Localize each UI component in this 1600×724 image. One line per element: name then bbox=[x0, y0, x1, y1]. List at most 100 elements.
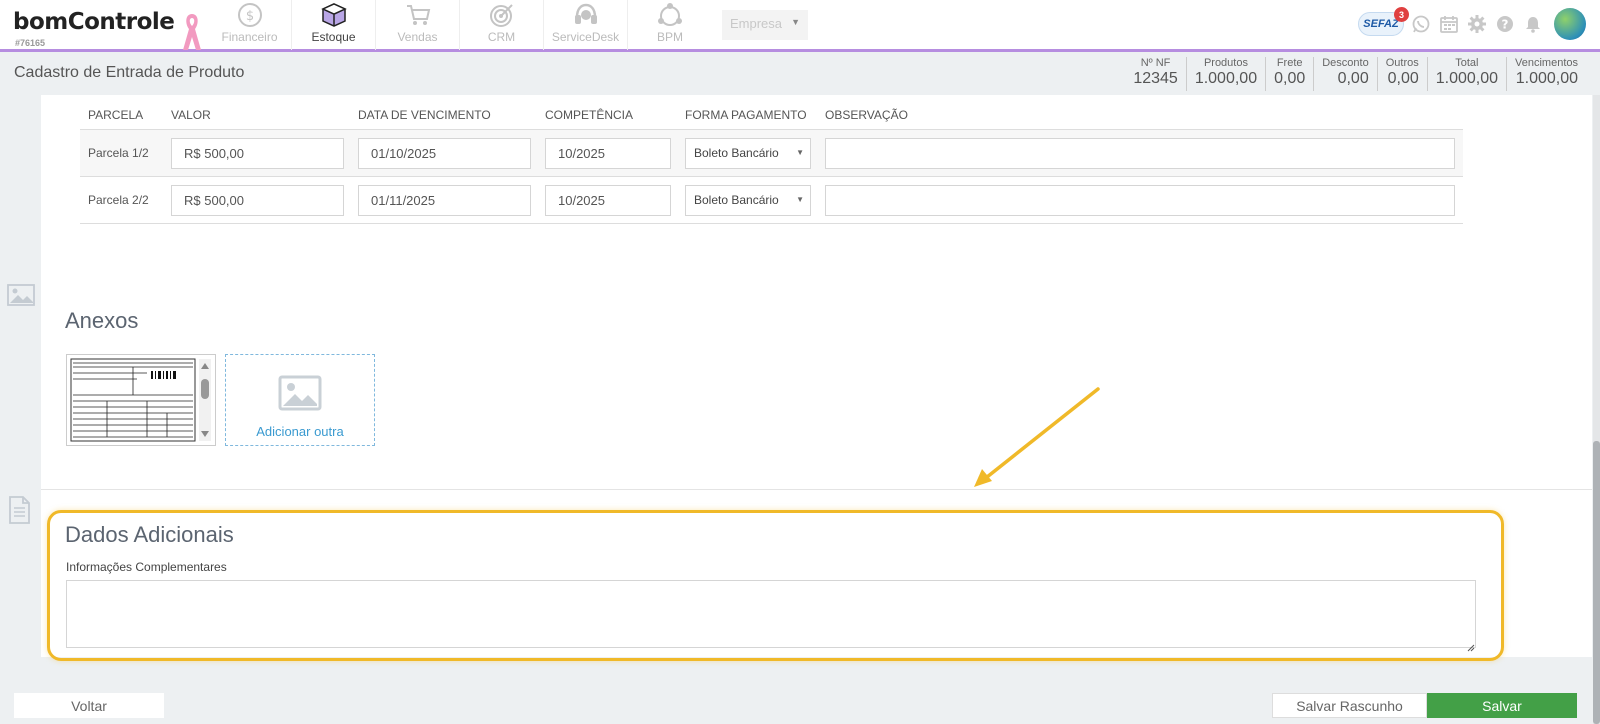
valor-input[interactable]: R$ 500,00 bbox=[171, 137, 344, 169]
col-competencia: COMPETÊNCIA bbox=[545, 107, 634, 122]
data-vencimento-input[interactable]: 01/10/2025 bbox=[358, 137, 531, 169]
module-label: Vendas bbox=[397, 30, 438, 44]
total-label: Produtos bbox=[1203, 57, 1248, 69]
save-button[interactable]: Salvar bbox=[1427, 693, 1577, 718]
add-attachment-label: Adicionar outra bbox=[256, 424, 344, 439]
competencia-input[interactable]: 10/2025 bbox=[545, 137, 671, 169]
total-produtos: Produtos 1.000,00 bbox=[1185, 57, 1265, 91]
valor-input[interactable]: R$ 500,00 bbox=[171, 184, 344, 216]
total-label: Outros bbox=[1385, 57, 1419, 69]
svg-text:$: $ bbox=[245, 9, 253, 24]
total-desconto: Desconto 0,00 bbox=[1313, 57, 1376, 91]
col-parcela: PARCELA bbox=[88, 107, 144, 122]
whatsapp-icon[interactable] bbox=[1410, 13, 1432, 35]
sefaz-button[interactable]: SEFAZ 3 bbox=[1358, 7, 1409, 36]
annotation-arrow bbox=[970, 385, 1105, 493]
user-avatar[interactable] bbox=[1554, 8, 1586, 40]
table-row: Parcela 2/2 R$ 500,00 01/11/2025 10/2025… bbox=[80, 177, 1463, 224]
section-divider bbox=[41, 489, 1592, 490]
total-value: 1.000,00 bbox=[1515, 70, 1578, 87]
box-icon bbox=[319, 0, 349, 29]
header-actions: SEFAZ 3 ? bbox=[1358, 7, 1586, 40]
forma-pagamento-value: Boleto Bancário bbox=[694, 192, 779, 207]
module-crm[interactable]: CRM bbox=[460, 0, 544, 50]
process-cycle-icon bbox=[655, 0, 685, 29]
total-value: 0,00 bbox=[1387, 70, 1419, 87]
scrollbar-thumb[interactable] bbox=[1593, 441, 1600, 724]
forma-pagamento-value: Boleto Bancário bbox=[694, 145, 779, 160]
calendar-icon[interactable] bbox=[1438, 13, 1460, 35]
account-id: #76165 bbox=[15, 38, 46, 48]
module-label: ServiceDesk bbox=[551, 30, 620, 44]
forma-pagamento-select[interactable]: Boleto Bancário ▼ bbox=[685, 184, 811, 216]
total-label: Frete bbox=[1276, 57, 1303, 69]
total-value: 12345 bbox=[1133, 70, 1178, 87]
caret-down-icon: ▼ bbox=[791, 17, 800, 27]
page-title: Cadastro de Entrada de Produto bbox=[14, 64, 245, 81]
total-label: Desconto bbox=[1322, 57, 1369, 69]
info-complementares-textarea[interactable] bbox=[66, 580, 1476, 648]
module-label: Estoque bbox=[311, 30, 356, 44]
company-select-value: Empresa bbox=[730, 16, 783, 31]
parcela-label: Parcela 2/2 bbox=[88, 193, 149, 207]
gear-icon[interactable] bbox=[1466, 13, 1488, 35]
total-value: 1.000,00 bbox=[1435, 70, 1499, 87]
module-label: BPM bbox=[656, 30, 683, 44]
observacao-input[interactable] bbox=[825, 184, 1455, 216]
competencia-input[interactable]: 10/2025 bbox=[545, 184, 671, 216]
add-attachment-button[interactable]: Adicionar outra bbox=[225, 354, 375, 446]
save-draft-button[interactable]: Salvar Rascunho bbox=[1272, 693, 1427, 718]
module-nav: $ Financeiro Estoque Vendas CRM ServiceD… bbox=[208, 0, 712, 50]
caret-down-icon: ▼ bbox=[796, 147, 804, 157]
back-button[interactable]: Voltar bbox=[14, 693, 164, 718]
company-select[interactable]: Empresa ▼ bbox=[722, 10, 808, 40]
help-icon[interactable]: ? bbox=[1494, 13, 1516, 35]
sub-header: Cadastro de Entrada de Produto Nº NF 123… bbox=[0, 55, 1600, 95]
app-logo[interactable]: bomControle bbox=[13, 9, 175, 35]
module-estoque[interactable]: Estoque bbox=[292, 0, 376, 50]
image-placeholder-icon bbox=[278, 375, 322, 414]
module-label: Financeiro bbox=[221, 30, 278, 44]
forma-pagamento-select[interactable]: Boleto Bancário ▼ bbox=[685, 137, 811, 169]
total-label: Nº NF bbox=[1140, 57, 1171, 69]
additional-data-title: Dados Adicionais bbox=[65, 522, 234, 547]
total-outros: Outros 0,00 bbox=[1376, 57, 1427, 91]
pink-ribbon-icon bbox=[181, 12, 203, 55]
caret-down-icon: ▼ bbox=[796, 194, 804, 204]
totals-bar: Nº NF 12345 Produtos 1.000,00 Frete 0,00… bbox=[1125, 57, 1586, 91]
parcela-label: Parcela 1/2 bbox=[88, 146, 149, 160]
module-servicedesk[interactable]: ServiceDesk bbox=[544, 0, 628, 50]
total-label: Vencimentos bbox=[1515, 57, 1578, 69]
info-complementares-label: Informações Complementares bbox=[66, 560, 227, 574]
target-icon bbox=[487, 0, 517, 29]
installments-table: PARCELA VALOR DATA DE VENCIMENTO COMPETÊ… bbox=[80, 100, 1463, 224]
resize-handle-icon[interactable] bbox=[1467, 640, 1475, 655]
module-financeiro[interactable]: $ Financeiro bbox=[208, 0, 292, 50]
col-forma-pagamento: FORMA PAGAMENTO bbox=[685, 107, 807, 122]
module-vendas[interactable]: Vendas bbox=[376, 0, 460, 50]
module-bpm[interactable]: BPM bbox=[628, 0, 712, 50]
module-label: CRM bbox=[487, 30, 516, 44]
total-frete: Frete 0,00 bbox=[1265, 57, 1313, 91]
shopping-cart-icon bbox=[403, 0, 433, 29]
total-label: Total bbox=[1455, 57, 1479, 69]
bell-icon[interactable] bbox=[1522, 13, 1544, 35]
table-row: Parcela 1/2 R$ 500,00 01/10/2025 10/2025… bbox=[80, 130, 1463, 177]
attachments-title: Anexos bbox=[65, 308, 139, 333]
document-section-icon bbox=[7, 496, 35, 524]
col-observacao: OBSERVAÇÃO bbox=[825, 107, 908, 122]
total-vencimentos: Vencimentos 1.000,00 bbox=[1506, 57, 1586, 91]
attachment-thumbnail[interactable] bbox=[66, 354, 216, 446]
col-valor: VALOR bbox=[171, 107, 211, 122]
table-header: PARCELA VALOR DATA DE VENCIMENTO COMPETÊ… bbox=[80, 100, 1463, 130]
image-section-icon bbox=[7, 283, 35, 311]
total-nf: Nº NF 12345 bbox=[1125, 57, 1186, 91]
total-value: 1.000,00 bbox=[1194, 70, 1258, 87]
notification-badge: 3 bbox=[1394, 7, 1409, 22]
dollar-coin-icon: $ bbox=[235, 0, 265, 29]
data-vencimento-input[interactable]: 01/11/2025 bbox=[358, 184, 531, 216]
col-data-vencimento: DATA DE VENCIMENTO bbox=[358, 107, 491, 122]
total-value: 0,00 bbox=[1337, 70, 1369, 87]
observacao-input[interactable] bbox=[825, 137, 1455, 169]
top-bar: bomControle #76165 $ Financeiro Estoque … bbox=[0, 0, 1600, 52]
